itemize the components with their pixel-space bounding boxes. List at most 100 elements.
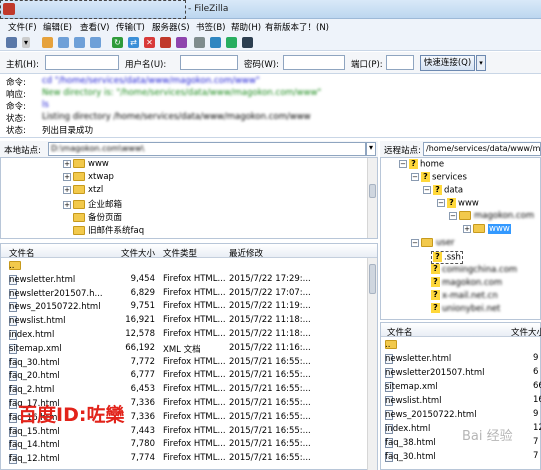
tree-item[interactable]: −? data — [423, 185, 463, 198]
menu-server[interactable]: 服务器(S) — [152, 21, 190, 33]
column-filetype[interactable]: 文件类型 — [163, 247, 197, 259]
menu-file[interactable]: 文件(F) — [8, 21, 37, 33]
process-queue-icon[interactable]: ⇄ — [128, 37, 139, 48]
table-row[interactable]: newslist.html 16,921 Firefox HTML... 2015/7… — [1, 314, 377, 327]
tree-item[interactable]: + 企业邮箱 — [63, 198, 122, 211]
table-row[interactable]: sitemap.xml 66,192 XML 文档 2015/7/22 11:16:.… — [1, 342, 377, 355]
menu-edit[interactable]: 编辑(E) — [43, 21, 72, 33]
local-files-scrollbar[interactable] — [367, 258, 377, 470]
scroll-thumb[interactable] — [369, 264, 376, 294]
table-row[interactable]: faq_30.html 7,772 Firefox HTML... 2015/7/21… — [1, 356, 377, 369]
column-filesize[interactable]: 文件大小 — [511, 326, 541, 338]
expand-icon[interactable]: + — [63, 172, 71, 181]
toggle-queue-icon[interactable] — [90, 37, 101, 48]
refresh-icon[interactable]: ↻ — [112, 37, 123, 48]
column-modified[interactable]: 最近修改 — [229, 247, 263, 259]
baidu-id-watermark: 百度ID:咗欒 — [18, 404, 125, 426]
column-filename[interactable]: 文件名 — [387, 326, 413, 338]
tree-item[interactable]: 旧邮件系统faq — [73, 224, 144, 237]
expand-icon[interactable]: + — [63, 159, 71, 168]
remote-file-list-header: 文件名 文件大小 — [381, 323, 541, 338]
unknown-folder-icon: ? — [431, 303, 440, 313]
table-row[interactable]: index.html 12,578 Firefox HTML... 2015/7/22… — [1, 328, 377, 341]
tree-item[interactable]: ? unionybei.net — [431, 303, 500, 316]
table-row[interactable]: newslist.html 16 — [381, 394, 541, 407]
collapse-icon[interactable]: − — [437, 199, 445, 207]
table-row[interactable]: index.html 12 — [381, 422, 541, 435]
title-redaction-box — [0, 0, 186, 19]
table-row[interactable]: sitemap.xml 66 — [381, 380, 541, 393]
table-row[interactable]: newsletter201507.h... 6,829 Firefox HTML..… — [1, 287, 377, 300]
tree-item[interactable]: 备份页面 — [73, 211, 122, 224]
cell-filesize: 9 — [533, 353, 539, 363]
table-row[interactable]: faq_30.html 7 — [381, 450, 540, 463]
toggle-remote-tree-icon[interactable] — [74, 37, 85, 48]
table-row[interactable]: faq_2.html 6,453 Firefox HTML... 2015/7/21 … — [1, 383, 377, 396]
username-input[interactable] — [180, 55, 238, 70]
table-row[interactable]: faq_12.html 7,774 Firefox HTML... 2015/7/21… — [1, 452, 377, 465]
collapse-icon[interactable]: − — [411, 173, 419, 181]
column-filename[interactable]: 文件名 — [9, 247, 35, 259]
toggle-log-icon[interactable] — [42, 37, 53, 48]
scroll-thumb[interactable] — [369, 184, 376, 198]
table-row[interactable]: faq_14.html 7,780 Firefox HTML... 2015/7/21… — [1, 438, 377, 451]
cancel-icon[interactable]: ✕ — [144, 37, 155, 48]
tree-item[interactable]: ? magokon.com — [431, 277, 502, 290]
table-row[interactable]: news_20150722.html 9,751 Firefox HTML... 20… — [1, 300, 377, 313]
host-input[interactable] — [45, 55, 119, 70]
table-row[interactable]: faq_38.html 7 — [381, 436, 540, 449]
tree-item[interactable]: ? x-mail.net.cn — [431, 290, 498, 303]
site-dropdown-icon[interactable]: ▾ — [22, 37, 30, 48]
table-row[interactable]: faq_20.html 6,777 Firefox HTML... 2015/7/21… — [1, 369, 377, 382]
tree-item[interactable]: + www — [63, 159, 109, 172]
table-row[interactable]: newsletter.html 9,454 Firefox HTML... 2015/… — [1, 273, 377, 286]
filename-text: news_20150722.html — [385, 410, 477, 420]
collapse-icon[interactable]: − — [449, 211, 457, 220]
table-row[interactable]: .. — [381, 338, 540, 351]
log-label: 状态: — [6, 126, 26, 136]
quickconnect-button[interactable]: 快速连接(Q) — [420, 55, 475, 71]
expand-icon[interactable]: + — [463, 224, 471, 233]
tree-item[interactable]: + xtzl — [63, 185, 103, 198]
reconnect-icon[interactable] — [176, 37, 187, 48]
toggle-local-tree-icon[interactable] — [58, 37, 69, 48]
port-input[interactable] — [386, 55, 414, 70]
tree-item[interactable]: + xtwap — [63, 172, 114, 185]
local-tree-scrollbar[interactable] — [367, 158, 377, 238]
collapse-icon[interactable]: − — [423, 186, 431, 194]
site-manager-icon[interactable] — [6, 37, 17, 48]
password-input[interactable] — [283, 55, 345, 70]
tree-item[interactable]: ? .ssh — [431, 251, 463, 264]
menu-help[interactable]: 帮助(H) — [231, 21, 261, 33]
collapse-icon[interactable]: − — [399, 160, 407, 168]
tree-item[interactable]: −? services — [411, 172, 467, 185]
search-icon[interactable] — [242, 37, 253, 48]
column-filesize[interactable]: 文件大小 — [121, 247, 155, 259]
menu-transfer[interactable]: 传输(T) — [116, 21, 145, 33]
tree-item[interactable]: − magokon.com — [449, 211, 534, 224]
tree-item[interactable]: ? comingchina.com — [431, 264, 517, 277]
local-path-input[interactable]: D:\magokon.com\www\ — [48, 142, 366, 156]
tree-item[interactable]: −? www — [437, 198, 479, 211]
tree-item-label: .ssh — [444, 252, 461, 263]
menu-new-version[interactable]: 有新版本了！(N) — [265, 21, 329, 33]
disconnect-icon[interactable] — [160, 37, 171, 48]
menu-view[interactable]: 查看(V) — [80, 21, 109, 33]
table-row[interactable]: newsletter201507.html 6 — [381, 366, 540, 379]
filter-icon[interactable] — [194, 37, 205, 48]
collapse-icon[interactable]: − — [411, 238, 419, 247]
local-path-dropdown-icon[interactable]: ▾ — [366, 142, 376, 156]
table-row[interactable]: news_20150722.html 9 — [381, 408, 540, 421]
quickconnect-dropdown-icon[interactable]: ▾ — [476, 55, 486, 71]
tree-item[interactable]: − user — [411, 238, 455, 251]
expand-icon[interactable]: + — [63, 185, 71, 194]
table-row[interactable]: .. — [1, 259, 377, 272]
tree-item[interactable]: + www — [463, 224, 511, 237]
remote-path-input[interactable]: /home/services/data/www/mag — [423, 142, 541, 156]
menu-bookmarks[interactable]: 书签(B) — [196, 21, 225, 33]
tree-item[interactable]: −? home — [399, 159, 444, 172]
table-row[interactable]: newsletter.html 9 — [381, 352, 540, 365]
sync-browse-icon[interactable] — [226, 37, 237, 48]
compare-icon[interactable] — [210, 37, 221, 48]
expand-icon[interactable]: + — [63, 200, 71, 209]
